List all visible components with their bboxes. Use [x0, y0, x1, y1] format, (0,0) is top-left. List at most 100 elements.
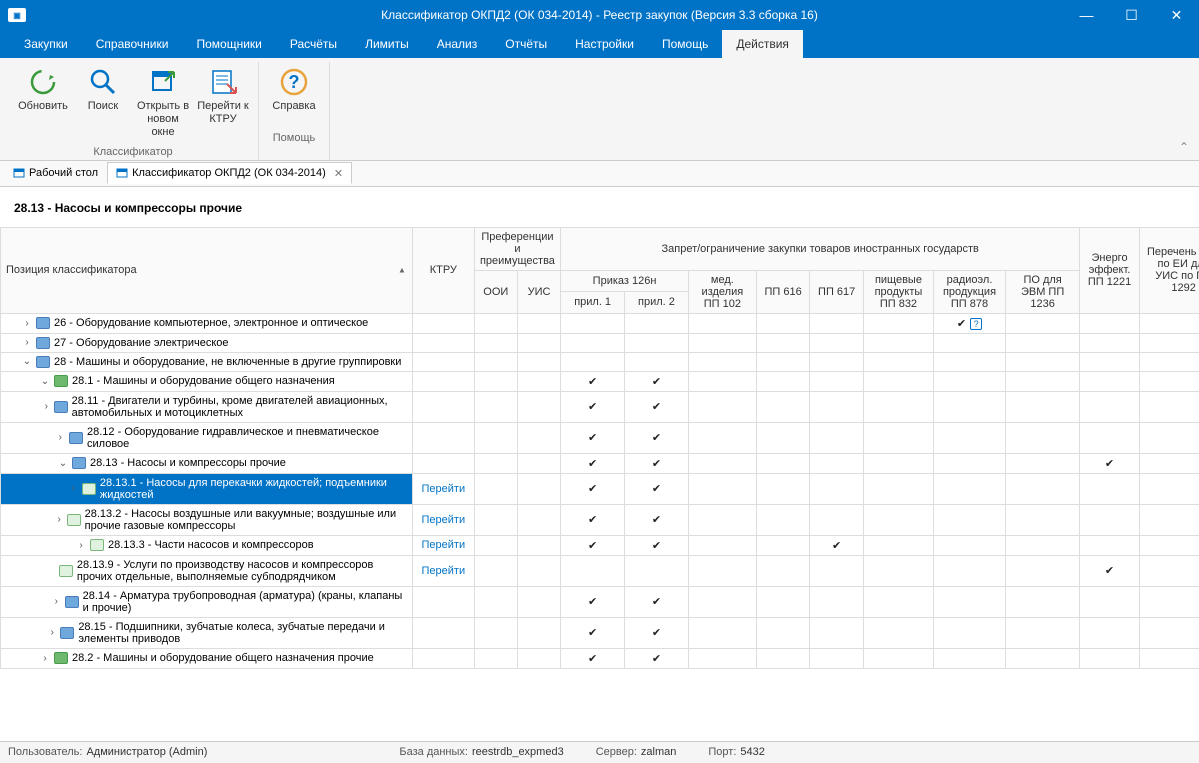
- row-text: 28.13.3 - Части насосов и компрессоров: [108, 539, 314, 551]
- ribbon-collapse-button[interactable]: ⌃: [1179, 140, 1189, 154]
- menu-закупки[interactable]: Закупки: [10, 30, 82, 58]
- table-row[interactable]: ›28.13.1 - Насосы для перекачки жидкосте…: [1, 473, 1199, 504]
- row-text: 28 - Машины и оборудование, не включенны…: [54, 356, 401, 368]
- row-text: 28.13.9 - Услуги по производству насосов…: [77, 559, 407, 583]
- classifier-grid[interactable]: Позиция классификатора▲ КТРУ Преференции…: [0, 227, 1199, 669]
- table-row[interactable]: › 28.12 - Оборудование гидравлическое и п…: [1, 422, 1199, 453]
- table-row[interactable]: ›28.14 - Арматура трубопроводная (армату…: [1, 586, 1199, 617]
- col-ooi[interactable]: ООИ: [474, 270, 517, 313]
- document-icon: [59, 565, 73, 577]
- row-text: 28.11 - Двигатели и турбины, кроме двига…: [72, 395, 407, 419]
- expand-icon[interactable]: ›: [43, 401, 50, 412]
- menu-справочники[interactable]: Справочники: [82, 30, 183, 58]
- table-row[interactable]: 28.13.9 - Услуги по производству насосов…: [1, 555, 1199, 586]
- expand-icon[interactable]: ›: [56, 514, 63, 525]
- col-med[interactable]: мед. изделия ПП 102: [688, 270, 756, 313]
- row-text: 28.13.2 - Насосы воздушные или вакуумные…: [85, 508, 407, 532]
- menu-помощники[interactable]: Помощники: [182, 30, 275, 58]
- col-tru[interactable]: Перечень ТРУ по ЕИ для УИС по ПП 1292: [1139, 227, 1199, 313]
- table-row[interactable]: › 28.13.3 - Части насосов и компрессоров П…: [1, 535, 1199, 555]
- table-row[interactable]: ⌄28.13 - Насосы и компрессоры прочие✔✔✔: [1, 453, 1199, 473]
- row-text: 28.1 - Машины и оборудование общего назн…: [72, 375, 335, 387]
- expand-icon[interactable]: ›: [69, 483, 78, 494]
- check-icon: ✔: [957, 318, 966, 330]
- check-icon: ✔: [652, 596, 661, 608]
- expand-icon[interactable]: ›: [56, 432, 65, 443]
- expand-icon[interactable]: ›: [40, 653, 50, 664]
- menubar: ЗакупкиСправочникиПомощникиРасчётыЛимиты…: [0, 30, 1199, 58]
- maximize-button[interactable]: ☐: [1109, 0, 1154, 30]
- check-icon: ✔: [652, 514, 661, 526]
- table-row[interactable]: ›28.2 - Машины и оборудование общего наз…: [1, 648, 1199, 668]
- check-icon: ✔: [832, 540, 841, 552]
- folder-icon: [36, 337, 50, 349]
- menu-действия[interactable]: Действия: [722, 30, 803, 58]
- ktru-link[interactable]: Перейти: [422, 514, 466, 526]
- col-pp616[interactable]: ПП 616: [756, 270, 810, 313]
- col-pp617[interactable]: ПП 617: [810, 270, 864, 313]
- col-radio[interactable]: радиоэл. продукция ПП 878: [933, 270, 1005, 313]
- col-evm[interactable]: ПО для ЭВМ ПП 1236: [1006, 270, 1080, 313]
- col-ban[interactable]: Запрет/ограничение закупки товаров иност…: [561, 227, 1080, 270]
- table-row[interactable]: › 28.13.2 - Насосы воздушные или вакуумны…: [1, 504, 1199, 535]
- folder-icon: [72, 457, 86, 469]
- expand-icon[interactable]: ›: [48, 627, 56, 638]
- ktru-link[interactable]: Перейти: [422, 539, 466, 551]
- expand-icon[interactable]: ⌄: [58, 458, 68, 469]
- menu-анализ[interactable]: Анализ: [423, 30, 492, 58]
- app-icon: ▣: [8, 8, 26, 22]
- col-position[interactable]: Позиция классификатора▲: [1, 227, 413, 313]
- ribbon-newwin-button[interactable]: Открыть в новом окне: [134, 62, 192, 144]
- tab-close-button[interactable]: ✕: [334, 167, 343, 180]
- table-row[interactable]: ⌄ 28.1 - Машины и оборудование общего наз…: [1, 371, 1199, 391]
- check-icon: ✔: [652, 458, 661, 470]
- col-pril1[interactable]: прил. 1: [561, 292, 625, 314]
- check-icon: ✔: [588, 376, 597, 388]
- check-icon: ✔: [1105, 458, 1114, 470]
- table-row[interactable]: ›26 - Оборудование компьютерное, электро…: [1, 313, 1199, 333]
- grid-container[interactable]: Позиция классификатора▲ КТРУ Преференции…: [0, 227, 1199, 739]
- col-food[interactable]: пищевые продукты ПП 832: [863, 270, 933, 313]
- col-pril2[interactable]: прил. 2: [625, 292, 689, 314]
- help-icon[interactable]: ?: [970, 318, 982, 330]
- ktru-link[interactable]: Перейти: [422, 565, 466, 577]
- ribbon-ktru-button[interactable]: Перейти к КТРУ: [194, 62, 252, 144]
- col-uis[interactable]: УИС: [517, 270, 560, 313]
- expand-icon[interactable]: ⌄: [40, 376, 50, 387]
- ribbon-search-button[interactable]: Поиск: [74, 62, 132, 144]
- menu-отчёты[interactable]: Отчёты: [491, 30, 561, 58]
- minimize-button[interactable]: —: [1064, 0, 1109, 30]
- status-server-value: zalman: [641, 746, 676, 758]
- menu-помощь[interactable]: Помощь: [648, 30, 722, 58]
- ktru-link[interactable]: Перейти: [422, 483, 466, 495]
- close-button[interactable]: ✕: [1154, 0, 1199, 30]
- status-port-label: Порт:: [708, 746, 736, 758]
- col-ktru[interactable]: КТРУ: [412, 227, 474, 313]
- menu-лимиты[interactable]: Лимиты: [351, 30, 423, 58]
- expand-icon[interactable]: ›: [22, 337, 32, 348]
- row-text: 28.12 - Оборудование гидравлическое и пн…: [87, 426, 407, 450]
- doc-tab[interactable]: Классификатор ОКПД2 (ОК 034-2014)✕: [107, 162, 352, 184]
- row-text: 28.13 - Насосы и компрессоры прочие: [90, 457, 286, 469]
- doc-tab[interactable]: Рабочий стол: [4, 162, 107, 184]
- table-row[interactable]: ›27 - Оборудование электрическое: [1, 333, 1199, 352]
- expand-icon[interactable]: ›: [76, 540, 86, 551]
- menu-настройки[interactable]: Настройки: [561, 30, 648, 58]
- table-row[interactable]: ›28.15 - Подшипники, зубчатые колеса, зу…: [1, 617, 1199, 648]
- content-area: 28.13 - Насосы и компрессоры прочие Пози…: [0, 187, 1199, 741]
- ribbon-refresh-button[interactable]: Обновить: [14, 62, 72, 144]
- expand-icon[interactable]: ›: [52, 596, 61, 607]
- col-energy[interactable]: Энерго эффект. ПП 1221: [1080, 227, 1140, 313]
- col-prikaz126[interactable]: Приказ 126н: [561, 270, 689, 292]
- table-row[interactable]: ⌄ 28 - Машины и оборудование, не включенн…: [1, 352, 1199, 371]
- ribbon-help-button[interactable]: ?Справка: [265, 62, 323, 130]
- folder-icon: [60, 627, 74, 639]
- table-row[interactable]: › 28.11 - Двигатели и турбины, кроме двиг…: [1, 391, 1199, 422]
- document-icon: [67, 514, 81, 526]
- expand-icon[interactable]: ⌄: [22, 356, 32, 367]
- ribbon-group-label: Помощь: [273, 132, 316, 144]
- col-pref[interactable]: Преференции и преимущества: [474, 227, 561, 270]
- search-icon: [87, 66, 119, 98]
- expand-icon[interactable]: ›: [22, 318, 32, 329]
- menu-расчёты[interactable]: Расчёты: [276, 30, 351, 58]
